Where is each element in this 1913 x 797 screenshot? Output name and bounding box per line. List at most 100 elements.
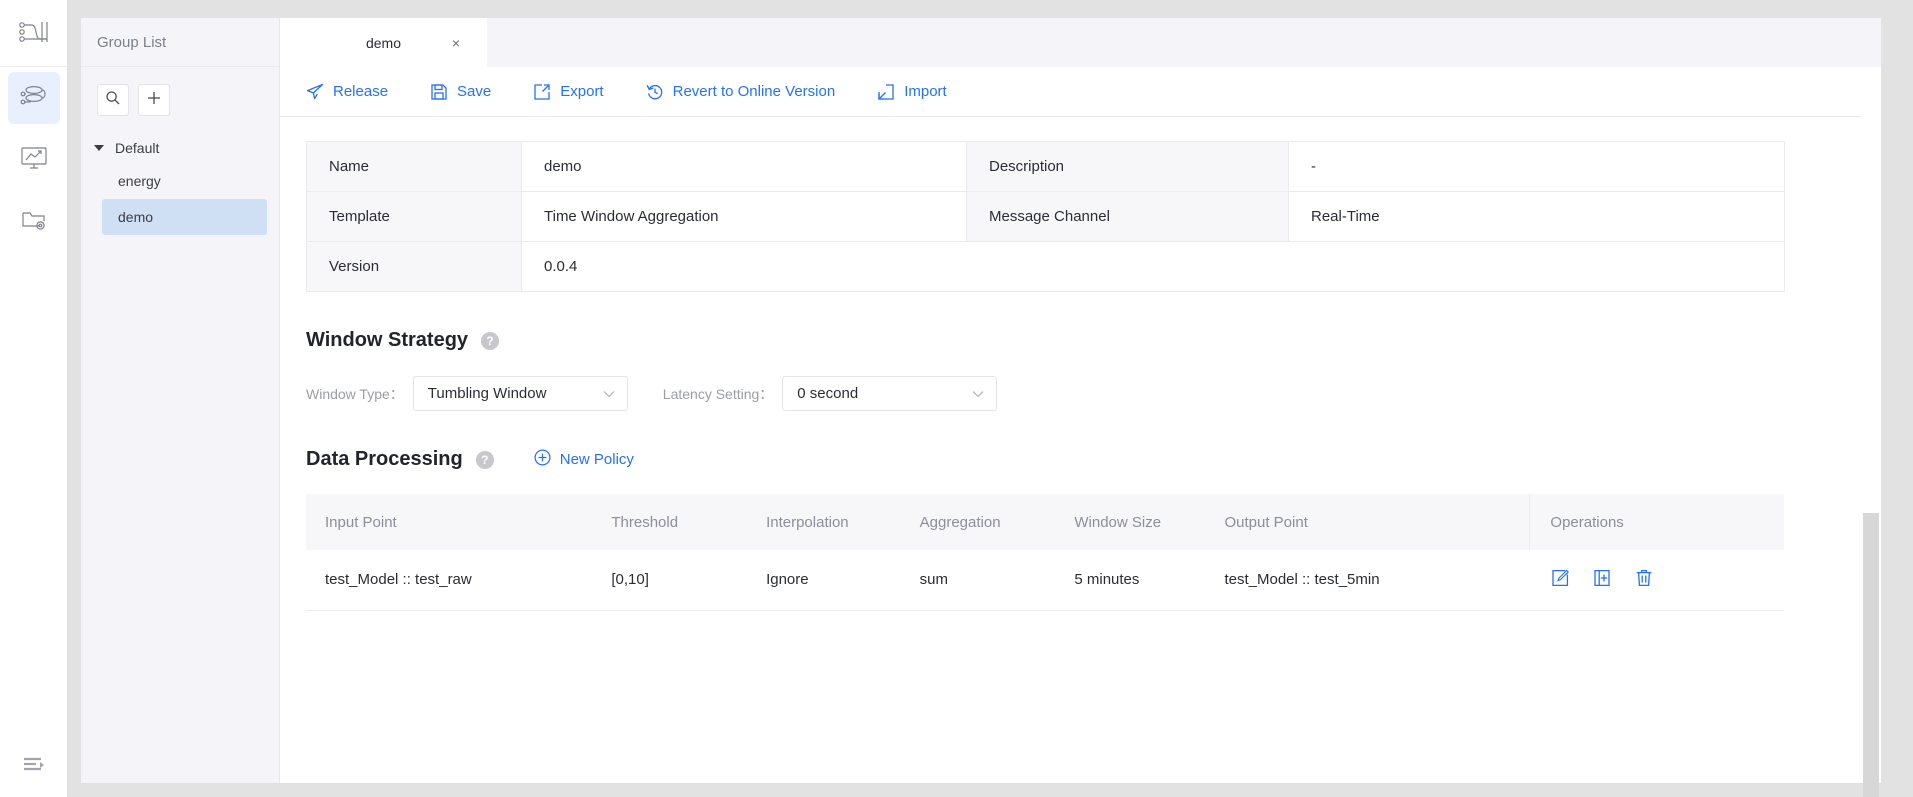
left-icon-rail [0, 0, 67, 797]
action-toolbar: Release Save Export Revert to Online Ver… [280, 67, 1861, 117]
export-label: Export [560, 83, 604, 100]
import-icon [877, 83, 895, 101]
cell-aggregation: sum [900, 550, 1056, 611]
table-row: test_Model :: test_raw [0,10] Ignore sum… [306, 550, 1784, 611]
flow-icon [18, 21, 49, 52]
group-list-title: Group List [81, 18, 279, 67]
vertical-scrollbar-track[interactable] [1861, 67, 1881, 797]
group-list-toolbar [81, 67, 279, 116]
copy-icon[interactable] [1592, 568, 1612, 592]
save-label: Save [457, 83, 492, 100]
info-value-template: Time Window Aggregation [521, 191, 967, 242]
collapse-panel-icon [22, 756, 46, 779]
vertical-scrollbar-thumb[interactable] [1863, 513, 1879, 797]
release-label: Release [333, 83, 389, 100]
main-content: Release Save Export Revert to Online Ver… [280, 67, 1861, 783]
chevron-down-icon [603, 387, 615, 401]
info-value-version: 0.0.4 [521, 241, 1785, 292]
export-icon [533, 83, 551, 101]
tree-node-default[interactable]: Default [81, 133, 279, 163]
column-header-operations: Operations [1529, 494, 1784, 550]
tree-item-energy[interactable]: energy [102, 163, 267, 199]
window-type-field: Window Type： Tumbling Window [306, 376, 628, 411]
rail-divider [0, 66, 67, 67]
cell-window-size: 5 minutes [1055, 550, 1206, 611]
table-row: Version 0.0.4 [306, 241, 1785, 292]
table-header-row: Input Point Threshold Interpolation Aggr… [306, 494, 1784, 550]
help-icon[interactable]: ? [481, 331, 500, 350]
rail-item-collapse[interactable] [0, 756, 67, 779]
column-header-aggregation: Aggregation [900, 494, 1056, 550]
add-group-button[interactable] [138, 84, 170, 116]
latency-setting-select[interactable]: 0 second [782, 376, 998, 411]
plus-circle-icon [534, 449, 551, 470]
data-processing-table: Input Point Threshold Interpolation Aggr… [306, 494, 1784, 611]
delete-icon[interactable] [1634, 568, 1654, 592]
latency-setting-value: 0 second [797, 385, 859, 402]
folder-settings-icon [20, 207, 48, 238]
tab-strip: demo × [280, 18, 1881, 67]
rail-item-resources[interactable] [8, 196, 60, 248]
tree-node-label: Default [115, 140, 160, 156]
info-value-message-channel: Real-Time [1288, 191, 1785, 242]
tab-label: demo [365, 34, 402, 51]
window-strategy-fields: Window Type： Tumbling Window Latency Set… [306, 376, 1861, 411]
cell-interpolation: Ignore [747, 550, 901, 611]
tree-item-label: demo [118, 209, 154, 225]
tree-item-label: energy [118, 173, 161, 189]
info-label-version: Version [306, 241, 522, 292]
rail-item-monitor[interactable] [8, 134, 60, 186]
import-label: Import [904, 83, 947, 100]
rail-item-pipeline[interactable] [7, 72, 60, 124]
info-label-message-channel: Message Channel [966, 191, 1289, 242]
info-label-name: Name [306, 141, 522, 192]
table-row: Template Time Window Aggregation Message… [306, 191, 1785, 242]
info-value-name: demo [521, 141, 967, 192]
revert-button[interactable]: Revert to Online Version [646, 83, 836, 101]
window-type-label: Window Type： [306, 385, 404, 402]
window-type-value: Tumbling Window [427, 385, 547, 402]
window-strategy-heading: Window Strategy ? [306, 329, 1861, 352]
chevron-down-icon[interactable] [94, 145, 104, 151]
info-label-template: Template [306, 191, 522, 242]
pipeline-icon [19, 83, 49, 114]
group-tree: Default energy demo [81, 133, 279, 235]
info-value-description: - [1288, 141, 1785, 192]
cell-output-point: test_Model :: test_5min [1205, 550, 1530, 611]
plus-icon [146, 90, 162, 111]
save-button[interactable]: Save [430, 83, 491, 101]
table-row: Name demo Description - [306, 141, 1785, 192]
column-header-window-size: Window Size [1055, 494, 1206, 550]
window-type-select[interactable]: Tumbling Window [412, 376, 628, 411]
column-header-input-point: Input Point [306, 494, 593, 550]
save-disk-icon [430, 83, 448, 101]
tree-item-demo[interactable]: demo [102, 199, 267, 235]
cell-threshold: [0,10] [592, 550, 748, 611]
data-processing-heading: Data Processing ? New Policy [306, 448, 1861, 471]
release-button[interactable]: Release [306, 83, 388, 101]
latency-setting-field: Latency Setting： 0 second [663, 376, 998, 411]
monitor-chart-icon [20, 145, 48, 176]
page-title-window-strategy: Window Strategy [306, 329, 469, 351]
chevron-down-icon [972, 387, 984, 401]
search-icon [105, 90, 121, 111]
cell-input-point: test_Model :: test_raw [306, 550, 593, 611]
row-action-group [1549, 568, 1784, 592]
tab-demo[interactable]: demo × [280, 18, 487, 67]
new-policy-button[interactable]: New Policy [534, 449, 634, 470]
latency-setting-label: Latency Setting： [662, 385, 774, 402]
close-icon[interactable]: × [452, 36, 460, 50]
info-label-description: Description [966, 141, 1289, 192]
history-revert-icon [646, 83, 664, 101]
help-icon[interactable]: ? [475, 450, 494, 469]
search-button[interactable] [97, 84, 129, 116]
export-button[interactable]: Export [533, 83, 604, 101]
revert-label: Revert to Online Version [672, 83, 836, 100]
column-header-interpolation: Interpolation [747, 494, 901, 550]
cell-operations [1529, 550, 1784, 611]
import-button[interactable]: Import [877, 83, 947, 101]
edit-icon[interactable] [1550, 568, 1570, 592]
send-icon [306, 83, 324, 101]
new-policy-label: New Policy [559, 451, 634, 468]
rail-item-flow[interactable] [8, 10, 60, 62]
